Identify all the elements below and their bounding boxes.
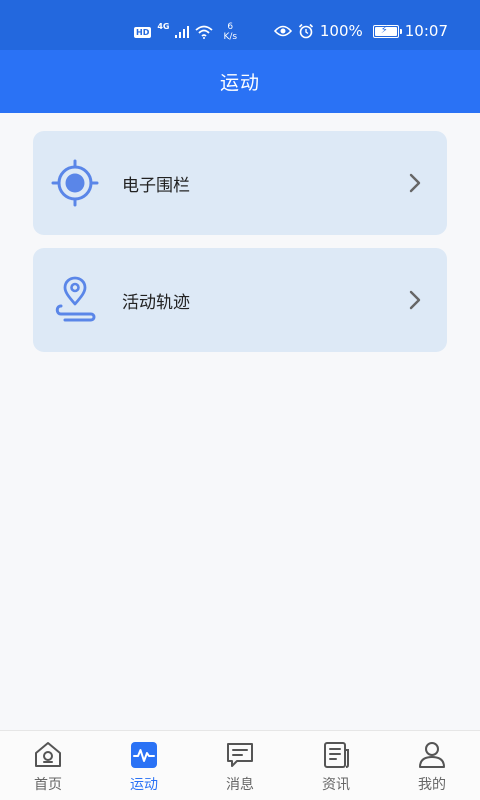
bottom-tab-bar: 首页 运动 消息 资讯 我的 bbox=[0, 730, 480, 800]
network-speed: 6 K/s bbox=[223, 22, 237, 42]
tab-label: 运动 bbox=[130, 777, 158, 793]
app-header: 运动 bbox=[0, 50, 480, 113]
network-type: 4G bbox=[157, 21, 170, 31]
menu-item-activity-track[interactable]: 活动轨迹 bbox=[33, 248, 447, 352]
tab-sport[interactable]: 运动 bbox=[96, 731, 192, 800]
tab-label: 消息 bbox=[226, 777, 254, 793]
location-path-icon bbox=[51, 276, 99, 324]
chevron-right-icon bbox=[405, 290, 425, 310]
eye-icon bbox=[273, 25, 292, 37]
activity-icon bbox=[129, 740, 159, 770]
speed-unit: K/s bbox=[223, 32, 238, 42]
tab-news[interactable]: 资讯 bbox=[288, 731, 384, 800]
news-icon bbox=[321, 740, 351, 770]
tab-label: 资讯 bbox=[322, 777, 350, 793]
hd-badge: HD bbox=[134, 26, 152, 38]
tab-label: 我的 bbox=[418, 777, 446, 793]
speed-value: 6 bbox=[227, 22, 234, 32]
target-icon bbox=[51, 159, 99, 207]
battery-icon: ⚡ bbox=[372, 24, 402, 38]
tab-profile[interactable]: 我的 bbox=[384, 731, 480, 800]
tab-home[interactable]: 首页 bbox=[0, 731, 96, 800]
alarm-icon bbox=[298, 23, 313, 39]
tab-label: 首页 bbox=[34, 777, 62, 793]
chevron-right-icon bbox=[405, 173, 425, 193]
status-right: 100% ⚡ 10:07 bbox=[273, 22, 448, 40]
charging-icon: ⚡ bbox=[380, 24, 388, 36]
wifi-icon bbox=[195, 25, 214, 39]
menu-item-label: 活动轨迹 bbox=[122, 292, 190, 313]
page-title: 运动 bbox=[219, 72, 260, 94]
message-icon bbox=[225, 740, 255, 770]
status-left: HD 4G 6 K/s bbox=[134, 18, 237, 46]
menu-item-geofence[interactable]: 电子围栏 bbox=[33, 131, 447, 235]
home-icon bbox=[33, 740, 63, 770]
battery-percent: 100% bbox=[319, 22, 363, 40]
profile-icon bbox=[417, 740, 447, 770]
tab-messages[interactable]: 消息 bbox=[192, 731, 288, 800]
signal-icon bbox=[175, 26, 190, 38]
clock: 10:07 bbox=[404, 22, 448, 40]
status-bar: HD 4G 6 K/s 100% ⚡ 10:07 bbox=[0, 0, 480, 50]
menu-item-label: 电子围栏 bbox=[122, 175, 190, 196]
